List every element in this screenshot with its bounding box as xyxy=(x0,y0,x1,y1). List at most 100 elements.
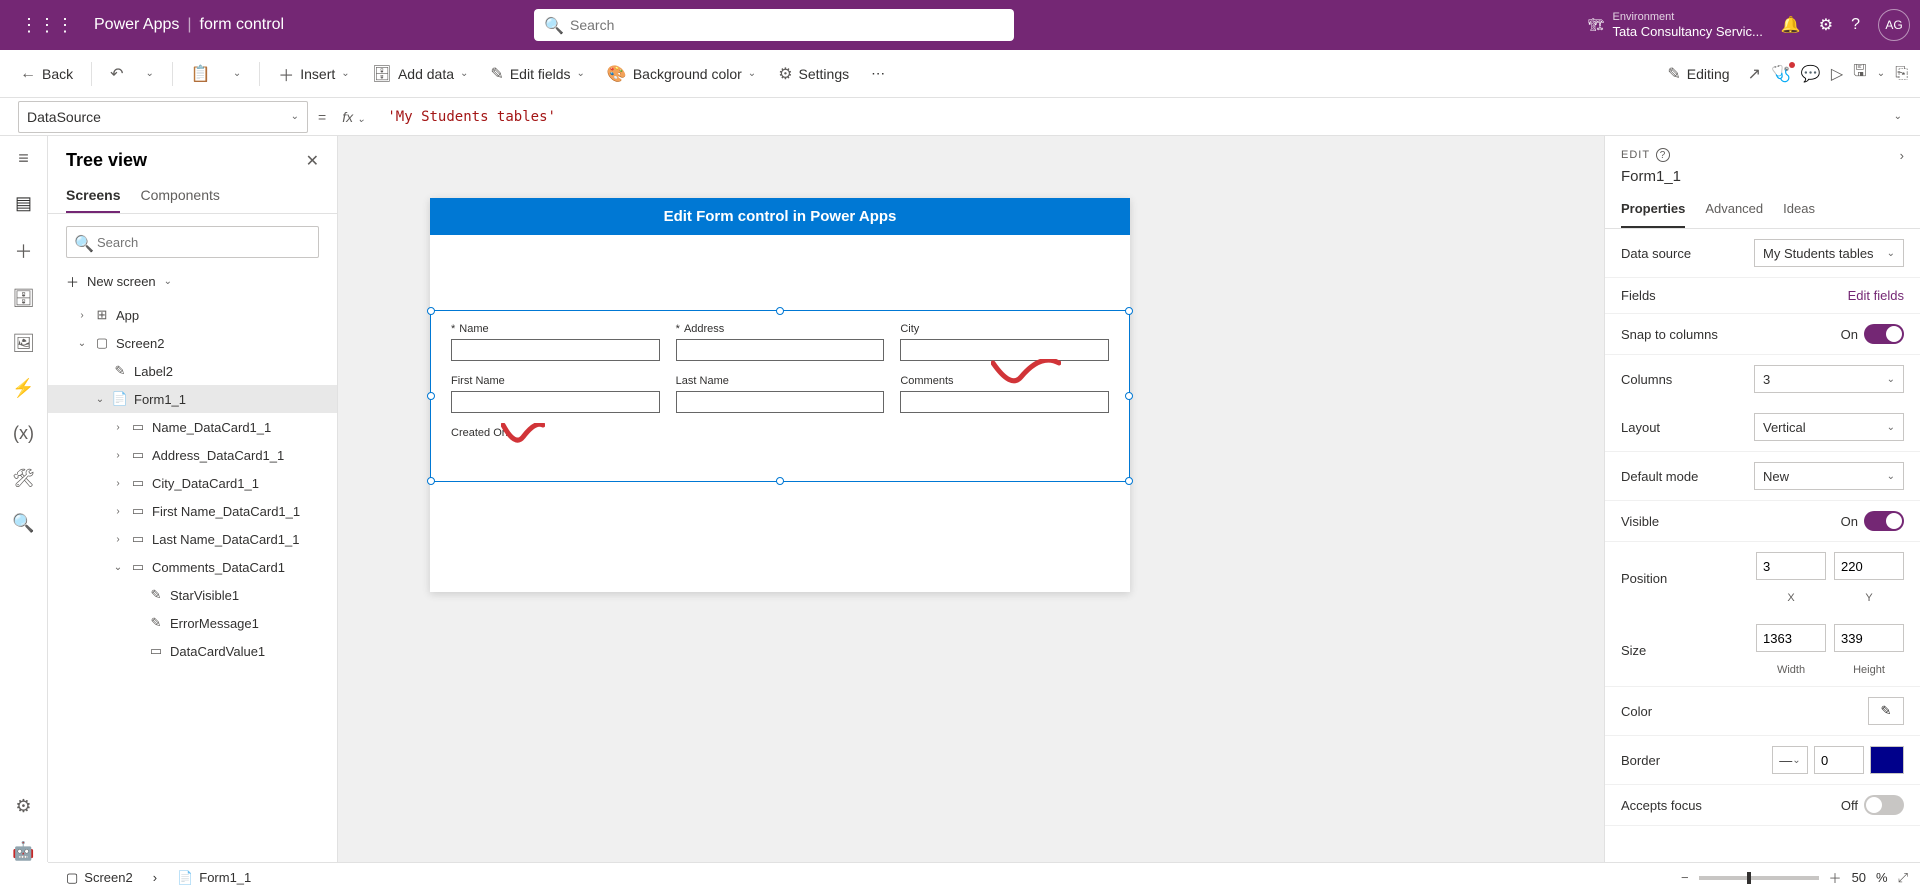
tab-screens[interactable]: Screens xyxy=(66,179,120,213)
comment-icon[interactable]: 💬 xyxy=(1801,64,1821,84)
info-icon[interactable]: ? xyxy=(1656,148,1670,162)
resize-handle[interactable] xyxy=(427,392,435,400)
position-y-input[interactable] xyxy=(1834,552,1904,580)
snap-toggle[interactable] xyxy=(1864,324,1904,344)
name-input[interactable] xyxy=(451,339,660,361)
tree-item-city-datacard[interactable]: ›▭City_DataCard1_1 xyxy=(48,469,337,497)
chevron-down-icon[interactable]: ⌄ xyxy=(94,394,106,405)
search-rail-icon[interactable]: 🔍 xyxy=(12,513,34,534)
city-input[interactable] xyxy=(900,339,1109,361)
tree-item-name-datacard[interactable]: ›▭Name_DataCard1_1 xyxy=(48,413,337,441)
resize-handle[interactable] xyxy=(776,477,784,485)
app-checker-icon[interactable]: 🩺 xyxy=(1771,64,1791,84)
columns-dropdown[interactable]: 3⌄ xyxy=(1754,365,1904,393)
advanced-tools-icon[interactable]: 🛠 xyxy=(12,468,35,489)
new-screen-button[interactable]: ＋ New screen ⌄ xyxy=(48,266,337,297)
chevron-right-icon[interactable]: › xyxy=(76,310,88,321)
media-rail-icon[interactable]: 🖼 xyxy=(12,333,35,354)
close-icon[interactable]: ✕ xyxy=(306,151,319,171)
help-icon[interactable]: ? xyxy=(1851,16,1860,34)
fx-label[interactable]: fx ⌄ xyxy=(336,109,371,125)
publish-icon[interactable]: ⎘ xyxy=(1895,65,1908,83)
data-rail-icon[interactable]: 🗄 xyxy=(12,288,35,309)
resize-handle[interactable] xyxy=(1125,477,1133,485)
chevron-right-icon[interactable]: › xyxy=(112,478,124,489)
chevron-right-icon[interactable]: › xyxy=(112,506,124,517)
resize-handle[interactable] xyxy=(1125,307,1133,315)
save-icon[interactable]: 🖫 xyxy=(1853,60,1867,87)
save-dropdown[interactable]: ⌄ xyxy=(1877,68,1885,79)
tree-item-starvisible[interactable]: ✎StarVisible1 xyxy=(48,581,337,609)
tab-properties[interactable]: Properties xyxy=(1621,191,1685,228)
share-icon[interactable]: ↗ xyxy=(1748,64,1761,84)
settings-gear-icon[interactable]: ⚙ xyxy=(1819,15,1833,35)
tree-item-label2[interactable]: ✎Label2 xyxy=(48,357,337,385)
zoom-in-button[interactable]: ＋ xyxy=(1829,868,1842,887)
tab-components[interactable]: Components xyxy=(140,179,219,213)
undo-button[interactable]: ↶ xyxy=(102,58,131,90)
edit-fields-link[interactable]: Edit fields xyxy=(1848,288,1904,303)
back-button[interactable]: ← Back xyxy=(12,59,81,89)
edit-fields-button[interactable]: ✎ Edit fields ⌄ xyxy=(482,58,593,90)
datacard-name[interactable]: *Name xyxy=(443,319,668,371)
layout-dropdown[interactable]: Vertical⌄ xyxy=(1754,413,1904,441)
canvas-header-label[interactable]: Edit Form control in Power Apps xyxy=(430,198,1130,235)
tree-item-address-datacard[interactable]: ›▭Address_DataCard1_1 xyxy=(48,441,337,469)
first-name-input[interactable] xyxy=(451,391,660,413)
resize-handle[interactable] xyxy=(776,307,784,315)
tree-item-app[interactable]: ›⊞App xyxy=(48,301,337,329)
property-selector[interactable]: DataSource ⌄ xyxy=(18,101,308,133)
ask-virtual-agent-icon[interactable]: 🤖 xyxy=(12,841,34,862)
datacard-address[interactable]: *Address xyxy=(668,319,893,371)
paste-dropdown[interactable]: ⌄ xyxy=(225,62,249,85)
paste-button[interactable]: 📋 xyxy=(183,58,219,90)
play-icon[interactable]: ▷ xyxy=(1831,64,1843,84)
notifications-icon[interactable]: 🔔 xyxy=(1781,15,1801,35)
canvas-area[interactable]: Edit Form control in Power Apps *Name *A… xyxy=(338,136,1604,862)
border-style-dropdown[interactable]: — ⌄ xyxy=(1772,746,1808,774)
visible-toggle[interactable] xyxy=(1864,511,1904,531)
position-x-input[interactable] xyxy=(1756,552,1826,580)
form-selection[interactable]: *Name *Address City First Name Last Name… xyxy=(430,310,1130,482)
search-input[interactable] xyxy=(534,9,1014,41)
tree-item-datacardvalue[interactable]: ▭DataCardValue1 xyxy=(48,637,337,665)
settings-button[interactable]: ⚙ Settings xyxy=(770,58,857,90)
zoom-out-button[interactable]: − xyxy=(1681,870,1689,885)
fit-to-window-icon[interactable]: ⤢ xyxy=(1898,870,1908,886)
datacard-last-name[interactable]: Last Name xyxy=(668,371,893,423)
chevron-right-icon[interactable]: › xyxy=(112,422,124,433)
background-color-button[interactable]: 🎨 Background color ⌄ xyxy=(599,58,764,90)
tree-search-input[interactable] xyxy=(66,226,319,258)
resize-handle[interactable] xyxy=(1125,392,1133,400)
overflow-button[interactable]: ⋯ xyxy=(863,59,893,88)
tab-ideas[interactable]: Ideas xyxy=(1783,191,1815,228)
comments-input[interactable] xyxy=(900,391,1109,413)
expand-formula-icon[interactable]: ⌄ xyxy=(1894,111,1902,122)
editing-mode-button[interactable]: ✎ Editing xyxy=(1659,58,1737,90)
hamburger-icon[interactable]: ≡ xyxy=(18,148,29,169)
data-source-dropdown[interactable]: My Students tables⌄ xyxy=(1754,239,1904,267)
settings-rail-icon[interactable]: ⚙ xyxy=(15,796,31,817)
datacard-created-on[interactable]: Created On xyxy=(443,423,668,449)
breadcrumb-form[interactable]: 📄Form1_1 xyxy=(171,868,257,888)
resize-handle[interactable] xyxy=(427,477,435,485)
tree-item-screen2[interactable]: ⌄▢Screen2 xyxy=(48,329,337,357)
tree-item-firstname-datacard[interactable]: ›▭First Name_DataCard1_1 xyxy=(48,497,337,525)
resize-handle[interactable] xyxy=(427,307,435,315)
breadcrumb-screen[interactable]: ▢Screen2 xyxy=(60,868,139,888)
tree-item-lastname-datacard[interactable]: ›▭Last Name_DataCard1_1 xyxy=(48,525,337,553)
accepts-focus-toggle[interactable] xyxy=(1864,795,1904,815)
chevron-right-icon[interactable]: › xyxy=(112,450,124,461)
tree-item-errormessage[interactable]: ✎ErrorMessage1 xyxy=(48,609,337,637)
insert-button[interactable]: ＋ Insert ⌄ xyxy=(270,56,357,92)
size-width-input[interactable] xyxy=(1756,624,1826,652)
power-automate-icon[interactable]: ⚡ xyxy=(12,378,34,399)
datacard-city[interactable]: City xyxy=(892,319,1117,371)
formula-input[interactable]: 'My Students tables' xyxy=(381,109,1883,125)
color-picker-button[interactable]: ✎ xyxy=(1868,697,1904,725)
avatar[interactable]: AG xyxy=(1878,9,1910,41)
default-mode-dropdown[interactable]: New⌄ xyxy=(1754,462,1904,490)
address-input[interactable] xyxy=(676,339,885,361)
tree-view-icon[interactable]: ▤ xyxy=(15,193,32,214)
size-height-input[interactable] xyxy=(1834,624,1904,652)
